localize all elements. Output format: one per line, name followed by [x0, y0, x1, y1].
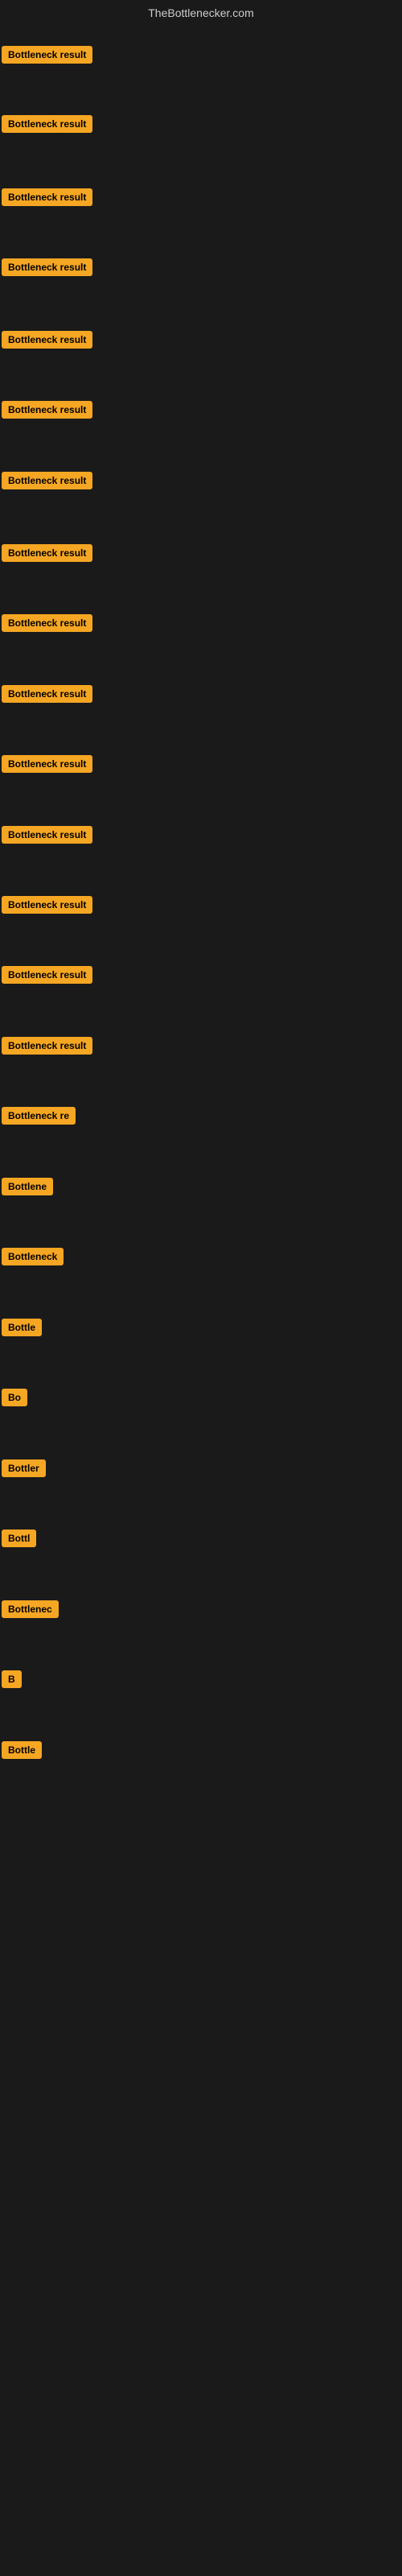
- bottleneck-result-4[interactable]: Bottleneck result: [2, 258, 92, 276]
- bottleneck-result-11[interactable]: Bottleneck result: [2, 755, 92, 773]
- bottleneck-result-5[interactable]: Bottleneck result: [2, 331, 92, 349]
- bottleneck-result-23[interactable]: Bottlenec: [2, 1600, 59, 1618]
- bottleneck-result-19[interactable]: Bottle: [2, 1319, 42, 1336]
- bottleneck-result-3[interactable]: Bottleneck result: [2, 188, 92, 206]
- bottleneck-result-17[interactable]: Bottlene: [2, 1178, 53, 1195]
- bottleneck-result-10[interactable]: Bottleneck result: [2, 685, 92, 703]
- bottleneck-result-25[interactable]: Bottle: [2, 1741, 42, 1759]
- bottleneck-result-20[interactable]: Bo: [2, 1389, 27, 1406]
- bottleneck-result-14[interactable]: Bottleneck result: [2, 966, 92, 984]
- site-title: TheBottlenecker.com: [0, 0, 402, 23]
- bottleneck-result-13[interactable]: Bottleneck result: [2, 896, 92, 914]
- bottleneck-result-9[interactable]: Bottleneck result: [2, 614, 92, 632]
- bottleneck-result-16[interactable]: Bottleneck re: [2, 1107, 76, 1125]
- bottleneck-result-2[interactable]: Bottleneck result: [2, 115, 92, 133]
- bottleneck-result-24[interactable]: B: [2, 1670, 22, 1688]
- page-container: TheBottlenecker.com Bottleneck result Bot…: [0, 0, 402, 2576]
- bottleneck-result-7[interactable]: Bottleneck result: [2, 472, 92, 489]
- bottleneck-result-8[interactable]: Bottleneck result: [2, 544, 92, 562]
- bottleneck-result-22[interactable]: Bottl: [2, 1530, 36, 1547]
- bottleneck-result-15[interactable]: Bottleneck result: [2, 1037, 92, 1055]
- bottleneck-result-6[interactable]: Bottleneck result: [2, 401, 92, 419]
- bottleneck-result-18[interactable]: Bottleneck: [2, 1248, 64, 1265]
- bottleneck-result-1[interactable]: Bottleneck result: [2, 46, 92, 64]
- bottleneck-result-12[interactable]: Bottleneck result: [2, 826, 92, 844]
- bottleneck-result-21[interactable]: Bottler: [2, 1459, 46, 1477]
